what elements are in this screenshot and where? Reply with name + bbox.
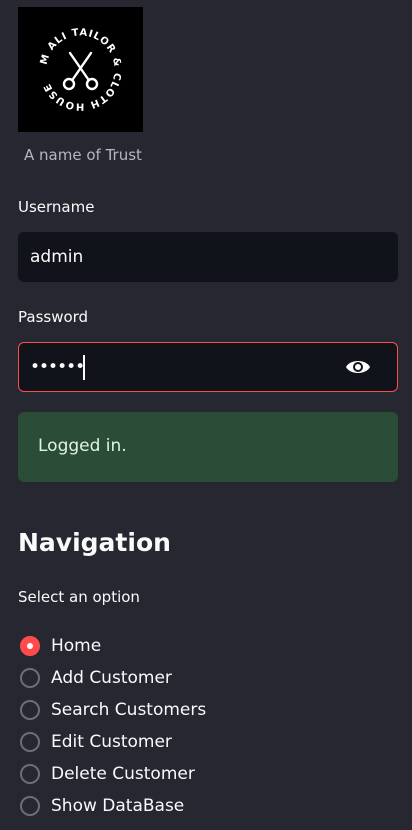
- text-caret: [83, 355, 85, 380]
- radio-checked-icon[interactable]: [20, 636, 40, 656]
- radio-delete-customer[interactable]: Delete Customer: [20, 758, 206, 790]
- username-field[interactable]: [18, 232, 398, 282]
- radio-home[interactable]: Home: [20, 630, 206, 662]
- navigation-heading: Navigation: [18, 528, 171, 557]
- radio-label[interactable]: Add Customer: [51, 668, 172, 688]
- password-label: Password: [18, 308, 89, 326]
- brand-tagline: A name of Trust: [24, 146, 142, 164]
- radio-edit-customer[interactable]: Edit Customer: [20, 726, 206, 758]
- scissors-icon: [62, 51, 99, 91]
- brand-logo: M ALI TAILOR & CLOTH HOUSE: [18, 7, 143, 132]
- radio-unchecked-icon[interactable]: [20, 732, 40, 752]
- radio-search-customers[interactable]: Search Customers: [20, 694, 206, 726]
- select-option-label: Select an option: [18, 588, 140, 606]
- username-input[interactable]: [30, 233, 330, 281]
- radio-label[interactable]: Search Customers: [51, 700, 206, 720]
- username-label: Username: [18, 198, 95, 216]
- radio-label[interactable]: Edit Customer: [51, 732, 172, 752]
- sidebar: M ALI TAILOR & CLOTH HOUSE A name of Tru…: [0, 0, 412, 830]
- radio-unchecked-icon[interactable]: [20, 796, 40, 816]
- radio-label[interactable]: Show DataBase: [51, 796, 184, 816]
- eye-icon[interactable]: [345, 357, 371, 377]
- navigation-radio-group: Home Add Customer Search Customers Edit …: [20, 630, 206, 822]
- radio-show-database[interactable]: Show DataBase: [20, 790, 206, 822]
- alert-message: Logged in.: [38, 436, 127, 456]
- radio-label[interactable]: Home: [51, 636, 101, 656]
- success-alert: Logged in.: [18, 412, 398, 482]
- radio-add-customer[interactable]: Add Customer: [20, 662, 206, 694]
- radio-label[interactable]: Delete Customer: [51, 764, 195, 784]
- radio-unchecked-icon[interactable]: [20, 764, 40, 784]
- radio-unchecked-icon[interactable]: [20, 700, 40, 720]
- password-masked-value[interactable]: ••••••: [30, 357, 85, 377]
- password-field[interactable]: ••••••: [18, 342, 398, 392]
- radio-unchecked-icon[interactable]: [20, 668, 40, 688]
